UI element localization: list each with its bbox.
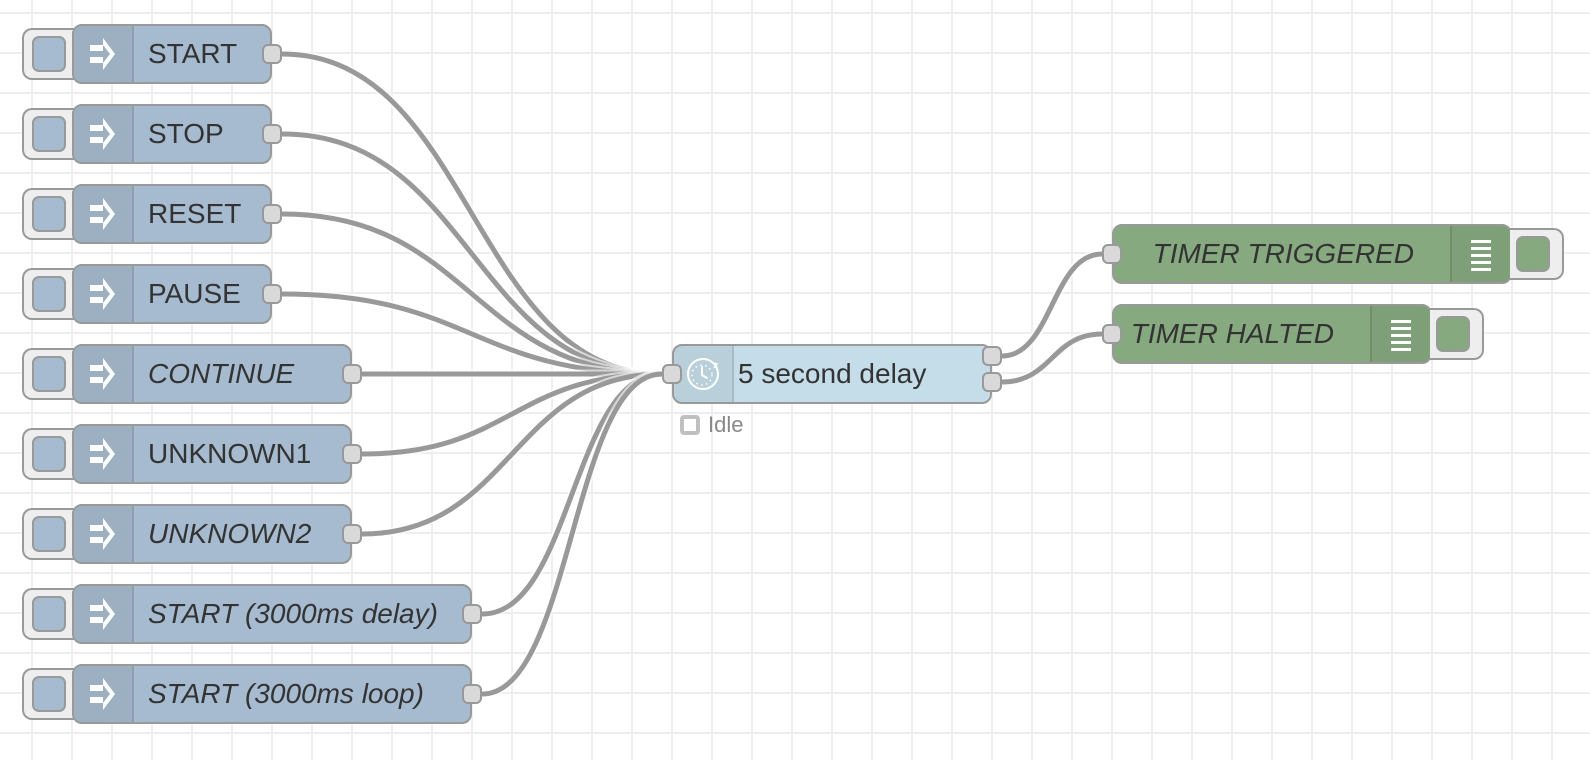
inject-icon-area <box>74 586 134 642</box>
debug-toggle-inner <box>1516 236 1550 272</box>
inject-icon-area <box>74 426 134 482</box>
debug-node-timer-halted[interactable]: TIMER HALTED <box>1112 304 1432 364</box>
debug-list-icon <box>1391 320 1411 351</box>
inject-node-pause[interactable]: PAUSE <box>72 264 272 324</box>
inject-icon-area <box>74 346 134 402</box>
debug-node-label: TIMER TRIGGERED <box>1152 238 1414 269</box>
inject-arrow-icon <box>90 38 115 70</box>
inject-arrow-icon <box>90 518 115 550</box>
inject-trigger-button[interactable] <box>22 28 76 80</box>
inject-icon-area <box>74 26 134 82</box>
inject-trigger-button[interactable] <box>22 508 76 560</box>
inject-arrow-icon <box>90 278 115 310</box>
debug-toggle-button[interactable] <box>1510 228 1564 280</box>
inject-node-reset[interactable]: RESET <box>72 184 272 244</box>
inject-node-label: STOP <box>148 118 224 149</box>
inject-node-label: UNKNOWN2 <box>148 518 312 549</box>
inject-node-stop[interactable]: STOP <box>72 104 272 164</box>
inject-output-port[interactable] <box>262 124 282 144</box>
wire-delay-out-1-to-debug-1[interactable] <box>1001 331 1103 385</box>
inject-trigger-inner <box>32 36 66 72</box>
inject-node-unknown2[interactable]: UNKNOWN2 <box>72 504 352 564</box>
delay-icon-area <box>674 346 734 402</box>
inject-node-label: START (3000ms loop) <box>148 678 424 709</box>
inject-icon-area <box>74 666 134 722</box>
inject-output-port[interactable] <box>262 204 282 224</box>
delay-node-label: 5 second delay <box>738 358 927 389</box>
debug-toggle-inner <box>1436 316 1470 352</box>
inject-output-port[interactable] <box>342 444 362 464</box>
inject-trigger-button[interactable] <box>22 188 76 240</box>
wire-inject-7-to-delay-in[interactable] <box>481 371 663 617</box>
inject-arrow-icon <box>90 358 115 390</box>
debug-node-label: TIMER HALTED <box>1130 318 1334 349</box>
delay-output-port-1[interactable] <box>982 346 1002 366</box>
inject-output-port[interactable] <box>262 284 282 304</box>
inject-trigger-inner <box>32 676 66 712</box>
inject-trigger-button[interactable] <box>22 668 76 720</box>
inject-trigger-inner <box>32 356 66 392</box>
inject-node-label: START <box>148 38 238 69</box>
debug-input-port[interactable] <box>1102 244 1122 264</box>
inject-trigger-inner <box>32 596 66 632</box>
inject-arrow-icon <box>90 438 115 470</box>
inject-node-label: RESET <box>148 198 242 229</box>
wire-inject-0-to-delay-in[interactable] <box>281 51 663 377</box>
timer-clock-icon <box>687 358 719 390</box>
inject-trigger-button[interactable] <box>22 588 76 640</box>
inject-arrow-icon <box>90 118 115 150</box>
delay-node[interactable]: 5 second delay <box>672 344 992 404</box>
debug-list-icon <box>1471 240 1491 271</box>
inject-output-port[interactable] <box>262 44 282 64</box>
inject-output-port[interactable] <box>462 604 482 624</box>
inject-node-label: PAUSE <box>148 278 241 309</box>
inject-trigger-button[interactable] <box>22 268 76 320</box>
inject-node-start-3000ms-delay[interactable]: START (3000ms delay) <box>72 584 472 644</box>
inject-output-port[interactable] <box>342 364 362 384</box>
delay-output-port-2[interactable] <box>982 372 1002 392</box>
wire-delay-out-0-to-debug-0[interactable] <box>1001 251 1103 359</box>
inject-node-unknown1[interactable]: UNKNOWN1 <box>72 424 352 484</box>
inject-trigger-inner <box>32 196 66 232</box>
inject-node-start[interactable]: START <box>72 24 272 84</box>
inject-trigger-inner <box>32 436 66 472</box>
inject-trigger-button[interactable] <box>22 428 76 480</box>
inject-node-label: CONTINUE <box>148 358 295 389</box>
inject-node-label: START (3000ms delay) <box>148 598 438 629</box>
inject-node-label: UNKNOWN1 <box>148 438 312 469</box>
inject-icon-area <box>74 506 134 562</box>
inject-trigger-button[interactable] <box>22 108 76 160</box>
inject-icon-area <box>74 186 134 242</box>
inject-trigger-inner <box>32 516 66 552</box>
inject-output-port[interactable] <box>342 524 362 544</box>
inject-arrow-icon <box>90 198 115 230</box>
inject-arrow-icon <box>90 598 115 630</box>
inject-arrow-icon <box>90 678 115 710</box>
inject-node-start-3000ms-loop[interactable]: START (3000ms loop) <box>72 664 472 724</box>
inject-trigger-inner <box>32 276 66 312</box>
debug-toggle-button[interactable] <box>1430 308 1484 360</box>
inject-trigger-button[interactable] <box>22 348 76 400</box>
inject-trigger-inner <box>32 116 66 152</box>
delay-status-text: Idle <box>708 412 744 437</box>
inject-node-continue[interactable]: CONTINUE <box>72 344 352 404</box>
status-ring-icon <box>680 415 700 435</box>
debug-icon-area <box>1450 226 1510 282</box>
inject-output-port[interactable] <box>462 684 482 704</box>
delay-status: Idle <box>680 412 743 438</box>
inject-icon-area <box>74 106 134 162</box>
inject-icon-area <box>74 266 134 322</box>
debug-node-timer-triggered[interactable]: TIMER TRIGGERED <box>1112 224 1512 284</box>
debug-input-port[interactable] <box>1102 324 1122 344</box>
debug-icon-area <box>1370 306 1430 362</box>
wire-inject-8-to-delay-in[interactable] <box>481 371 663 697</box>
delay-input-port[interactable] <box>662 364 682 384</box>
